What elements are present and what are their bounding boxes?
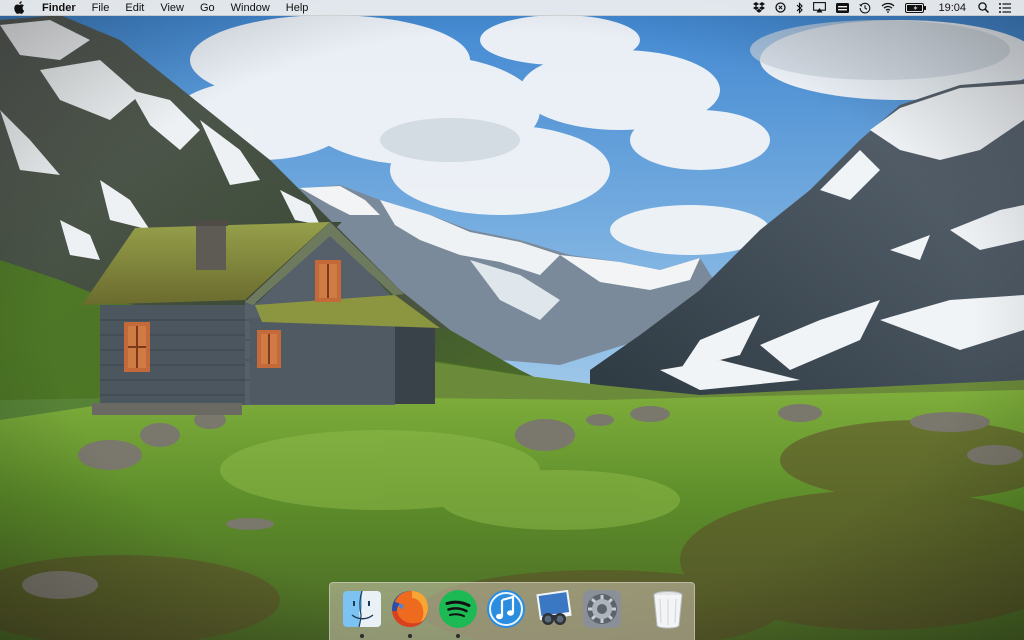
sync-icon[interactable] (770, 0, 791, 16)
trash-icon (653, 591, 683, 629)
running-indicator (456, 634, 460, 638)
menu-view[interactable]: View (152, 0, 192, 16)
dock-app-firefox[interactable] (390, 589, 430, 638)
airplay-icon[interactable] (808, 0, 831, 16)
dock (329, 582, 695, 640)
battery-icon[interactable] (900, 0, 931, 16)
running-indicator (408, 634, 412, 638)
notification-center-icon[interactable] (994, 0, 1016, 16)
bluetooth-icon[interactable] (791, 0, 808, 16)
menu-window[interactable]: Window (223, 0, 278, 16)
running-indicator (360, 634, 364, 638)
dock-app-system-preferences[interactable] (582, 589, 622, 629)
menu-bar-clock[interactable]: 19:04 (931, 0, 973, 16)
menu-go[interactable]: Go (192, 0, 223, 16)
itunes-icon (487, 590, 525, 628)
keyboard-input-icon[interactable] (831, 0, 854, 16)
system-preferences-icon (583, 590, 621, 628)
firefox-icon (392, 591, 428, 627)
dock-app-finder[interactable] (342, 589, 382, 638)
menu-edit[interactable]: Edit (117, 0, 152, 16)
dock-app-spotify[interactable] (438, 589, 478, 638)
dropbox-icon[interactable] (748, 0, 770, 16)
desktop-wallpaper (0, 0, 1024, 640)
dock-trash[interactable] (648, 589, 688, 629)
search-icon[interactable] (973, 0, 994, 16)
dock-app-itunes[interactable] (486, 589, 526, 629)
spotify-icon (439, 590, 477, 628)
preview-icon (536, 589, 572, 625)
menu-bar-status-area: 19:04 (748, 0, 1024, 16)
wifi-icon[interactable] (876, 0, 900, 16)
apple-logo-icon[interactable] (12, 1, 34, 15)
menu-help[interactable]: Help (278, 0, 317, 16)
time-machine-icon[interactable] (854, 0, 876, 16)
app-menu-finder[interactable]: Finder (34, 0, 84, 16)
menu-bar-left: Finder File Edit View Go Window Help (0, 0, 316, 16)
menu-file[interactable]: File (84, 0, 118, 16)
menu-bar: Finder File Edit View Go Window Help 19:… (0, 0, 1024, 16)
dock-app-preview[interactable] (534, 589, 574, 629)
finder-icon (343, 590, 381, 628)
